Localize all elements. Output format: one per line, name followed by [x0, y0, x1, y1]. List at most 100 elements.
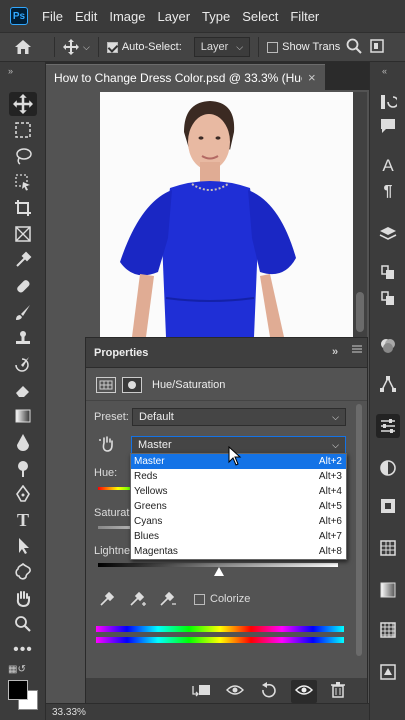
subtract-from-sample-eyedropper-icon[interactable] — [158, 590, 178, 611]
properties-panel-icon[interactable] — [376, 414, 400, 438]
marquee-tool-icon[interactable] — [9, 118, 37, 142]
move-tool-icon[interactable] — [9, 92, 37, 116]
channel-option-label: Yellows — [134, 486, 168, 497]
scrollbar-thumb[interactable] — [356, 292, 364, 332]
hue-label: Hue: — [94, 467, 118, 479]
preset-select[interactable]: Default ⌵ — [132, 408, 346, 426]
zoom-level[interactable]: 33.33% — [52, 707, 86, 718]
crop-tool-icon[interactable] — [9, 196, 37, 220]
menu-select[interactable]: Select — [236, 9, 284, 24]
object-selection-tool-icon[interactable] — [9, 170, 37, 194]
patterns-panel-icon[interactable] — [376, 618, 400, 642]
channel-option-magentas[interactable]: Magentas Alt+8 — [131, 544, 346, 559]
swatches-panel-icon[interactable] — [376, 536, 400, 560]
blur-tool-icon[interactable] — [9, 430, 37, 454]
view-previous-state-icon[interactable] — [225, 682, 245, 701]
menu-filter[interactable]: Filter — [284, 9, 325, 24]
channel-dropdown-list: Master Alt+2 Reds Alt+3 Yellows Alt+4 Gr… — [130, 453, 347, 560]
close-icon[interactable]: × — [308, 70, 316, 85]
dodge-tool-icon[interactable] — [9, 456, 37, 480]
swap-colors-icon[interactable]: ▦↺ — [8, 664, 26, 675]
add-to-sample-eyedropper-icon[interactable] — [128, 590, 148, 611]
adjustments-panel-icon[interactable] — [376, 456, 400, 480]
gradient-tool-icon[interactable] — [9, 404, 37, 428]
channel-option-yellows[interactable]: Yellows Alt+4 — [131, 484, 346, 499]
glyphs-panel-icon[interactable] — [376, 660, 400, 684]
panel-scrollbar-thumb[interactable] — [356, 404, 362, 656]
document-tab-title: How to Change Dress Color.psd @ 33.3% (H… — [54, 70, 302, 85]
targeted-adjustment-icon[interactable] — [98, 435, 116, 456]
channel-option-shortcut: Alt+6 — [318, 516, 342, 527]
history-brush-tool-icon[interactable] — [9, 352, 37, 376]
paths-panel-icon[interactable] — [376, 372, 400, 396]
menu-edit[interactable]: Edit — [69, 9, 103, 24]
brush-tool-icon[interactable] — [9, 300, 37, 324]
more-tools-icon[interactable]: ••• — [9, 638, 37, 662]
lasso-tool-icon[interactable] — [9, 144, 37, 168]
color-panel-icon[interactable] — [376, 494, 400, 518]
panel-menu-icon[interactable] — [352, 344, 362, 354]
search-icon[interactable] — [346, 38, 362, 57]
foreground-color-swatch[interactable] — [8, 680, 28, 700]
custom-shape-tool-icon[interactable] — [9, 560, 37, 584]
delete-icon[interactable] — [331, 681, 345, 701]
channel-option-label: Cyans — [134, 516, 163, 527]
pen-tool-icon[interactable] — [9, 482, 37, 506]
hand-tool-icon[interactable] — [9, 586, 37, 610]
home-icon[interactable] — [0, 39, 46, 55]
collapse-panel-icon[interactable]: » — [8, 66, 13, 76]
character-panel-icon[interactable]: A — [376, 154, 400, 178]
chevron-down-icon: ⌵ — [332, 411, 339, 422]
channel-option-greens[interactable]: Greens Alt+5 — [131, 499, 346, 514]
channel-option-blues[interactable]: Blues Alt+7 — [131, 529, 346, 544]
healing-brush-tool-icon[interactable] — [9, 274, 37, 298]
toggle-visibility-icon[interactable] — [291, 679, 317, 703]
show-transform-label: Show Trans — [282, 41, 341, 53]
menu-image[interactable]: Image — [103, 9, 151, 24]
gradients-panel-icon[interactable] — [376, 578, 400, 602]
channel-option-shortcut: Alt+4 — [318, 486, 342, 497]
move-tool-preset-icon[interactable]: ⌵ — [63, 39, 90, 55]
channel-option-reds[interactable]: Reds Alt+3 — [131, 469, 346, 484]
menu-layer[interactable]: Layer — [152, 9, 197, 24]
input-color-spectrum — [96, 626, 344, 632]
collapse-panel-icon[interactable]: « — [382, 66, 387, 76]
channel-option-shortcut: Alt+7 — [318, 531, 342, 542]
show-transform-checkbox[interactable] — [267, 41, 279, 53]
reset-icon[interactable] — [259, 681, 277, 701]
document-tab[interactable]: How to Change Dress Color.psd @ 33.3% (H… — [46, 64, 325, 90]
tools-panel: » T ••• ▦↺ — [0, 62, 46, 720]
eyedropper-icon[interactable] — [98, 590, 116, 611]
channels-panel-icon[interactable] — [376, 334, 400, 358]
colorize-label: Colorize — [210, 593, 251, 605]
type-tool-icon[interactable]: T — [9, 508, 37, 532]
auto-select-target-select[interactable]: Layer ⌵ — [193, 37, 251, 57]
history-panel-icon[interactable] — [376, 90, 400, 114]
paragraph-panel-icon[interactable]: ¶ — [376, 180, 400, 204]
menu-file[interactable]: File — [36, 9, 69, 24]
comments-panel-icon[interactable] — [376, 114, 400, 138]
auto-select-checkbox[interactable] — [106, 41, 118, 53]
photoshop-logo[interactable]: Ps — [10, 7, 28, 25]
path-selection-tool-icon[interactable] — [9, 534, 37, 558]
properties-panel-title: Properties — [94, 346, 149, 359]
layers-panel-icon[interactable] — [376, 222, 400, 246]
chevron-down-icon: ⌵ — [83, 41, 90, 52]
zoom-tool-icon[interactable] — [9, 612, 37, 636]
channel-option-cyans[interactable]: Cyans Alt+6 — [131, 514, 346, 529]
options-bar: ⌵ Auto-Select: Layer ⌵ Show Trans — [0, 32, 405, 62]
collapse-panel-icon[interactable]: » — [332, 346, 338, 358]
document-image[interactable] — [100, 92, 353, 337]
frame-tool-icon[interactable] — [9, 222, 37, 246]
eraser-tool-icon[interactable] — [9, 378, 37, 402]
colorize-checkbox[interactable] — [194, 594, 205, 605]
layer-mask-icon[interactable] — [122, 376, 142, 393]
eyedropper-tool-icon[interactable] — [9, 248, 37, 272]
lightness-slider-thumb[interactable] — [214, 567, 224, 576]
libraries-panel-icon[interactable] — [376, 286, 400, 310]
clip-to-layer-icon[interactable] — [191, 682, 211, 701]
clone-stamp-tool-icon[interactable] — [9, 326, 37, 350]
workspace-icon[interactable] — [370, 38, 384, 56]
menu-type[interactable]: Type — [196, 9, 236, 24]
libraries-panel-icon[interactable] — [376, 260, 400, 284]
